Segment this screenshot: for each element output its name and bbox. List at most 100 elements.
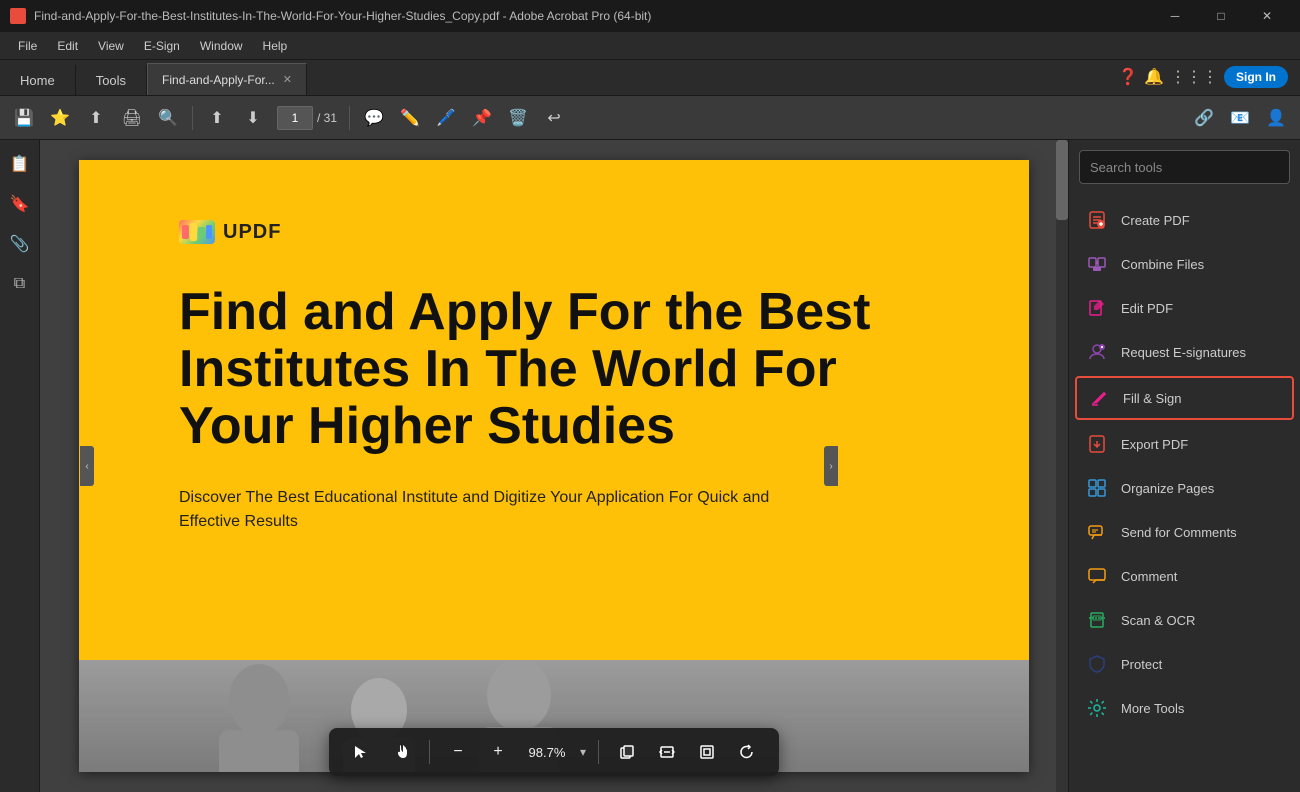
zoom-level-display: 98.7% — [522, 745, 572, 760]
title-text: Find-and-Apply-For-the-Best-Institutes-I… — [34, 9, 1152, 23]
menu-file[interactable]: File — [8, 35, 47, 57]
request-esig-icon — [1085, 340, 1109, 364]
tool-item-fill-sign[interactable]: Fill & Sign — [1075, 376, 1294, 420]
comment-toolbar-button[interactable]: 💬 — [358, 102, 390, 134]
tool-label-more-tools: More Tools — [1121, 701, 1184, 716]
tool-item-create-pdf[interactable]: Create PDF — [1069, 198, 1300, 242]
window-controls: ─ □ ✕ — [1152, 0, 1290, 32]
tool-item-more-tools[interactable]: More Tools — [1069, 686, 1300, 730]
tool-item-export-pdf[interactable]: Export PDF — [1069, 422, 1300, 466]
page-number-input[interactable] — [277, 106, 313, 130]
viewer-scroll[interactable]: UPDF Find and Apply For the Best Institu… — [40, 140, 1068, 792]
close-button[interactable]: ✕ — [1244, 0, 1290, 32]
tool-item-edit-pdf[interactable]: Edit PDF — [1069, 286, 1300, 330]
tool-item-send-comments[interactable]: Send for Comments — [1069, 510, 1300, 554]
delete-button[interactable]: 🗑️ — [502, 102, 534, 134]
next-page-button[interactable]: ⬇ — [237, 102, 269, 134]
tool-label-combine-files: Combine Files — [1121, 257, 1204, 272]
thumbnails-icon[interactable]: 📋 — [4, 148, 36, 180]
tab-file-label: Find-and-Apply-For... — [162, 73, 275, 87]
fit-width-button[interactable] — [651, 736, 683, 768]
tool-item-protect[interactable]: Protect — [1069, 642, 1300, 686]
tab-home[interactable]: Home — [0, 65, 76, 95]
toolbar-right-icons: 🔗 📧 👤 — [1188, 102, 1292, 134]
link-button[interactable]: 🔗 — [1188, 102, 1220, 134]
tool-item-request-esig[interactable]: Request E-signatures — [1069, 330, 1300, 374]
search-tools-box — [1079, 150, 1290, 184]
page-navigation: / 31 — [277, 106, 337, 130]
main-area: 📋 🔖 📎 ⧉ — [0, 140, 1300, 792]
page-total: / 31 — [317, 111, 337, 125]
viewer-area[interactable]: UPDF Find and Apply For the Best Institu… — [40, 140, 1068, 792]
rotate-button[interactable] — [731, 736, 763, 768]
tab-tools[interactable]: Tools — [76, 65, 147, 95]
menu-edit[interactable]: Edit — [47, 35, 88, 57]
menu-view[interactable]: View — [88, 35, 134, 57]
tool-label-export-pdf: Export PDF — [1121, 437, 1188, 452]
minimize-button[interactable]: ─ — [1152, 0, 1198, 32]
copy-pages-button[interactable] — [611, 736, 643, 768]
send-comments-icon — [1085, 520, 1109, 544]
fill-sign-icon — [1087, 386, 1111, 410]
bookmarks-icon[interactable]: 🔖 — [4, 188, 36, 220]
zoom-out-button[interactable]: − — [442, 736, 474, 768]
zoom-in-button[interactable]: + — [482, 736, 514, 768]
tool-label-organize-pages: Organize Pages — [1121, 481, 1214, 496]
edit-pdf-icon — [1085, 296, 1109, 320]
bookmark-button[interactable]: ⭐ — [44, 102, 76, 134]
menu-help[interactable]: Help — [253, 35, 298, 57]
tool-label-comment: Comment — [1121, 569, 1177, 584]
maximize-button[interactable]: □ — [1198, 0, 1244, 32]
scrollbar-thumb[interactable] — [1056, 140, 1068, 220]
pdf-subtitle: Discover The Best Educational Institute … — [179, 486, 779, 534]
upload-button[interactable]: ⬆ — [80, 102, 112, 134]
protect-icon — [1085, 652, 1109, 676]
highlight-button[interactable]: ✏️ — [394, 102, 426, 134]
title-bar: Find-and-Apply-For-the-Best-Institutes-I… — [0, 0, 1300, 32]
layers-icon[interactable]: ⧉ — [4, 268, 36, 300]
tool-label-create-pdf: Create PDF — [1121, 213, 1190, 228]
save-button[interactable]: 💾 — [8, 102, 40, 134]
prev-page-button[interactable]: ⬆ — [201, 102, 233, 134]
comment-icon — [1085, 564, 1109, 588]
send-button[interactable]: 📧 — [1224, 102, 1256, 134]
tab-close-button[interactable]: ✕ — [283, 73, 292, 86]
notifications-icon[interactable]: 🔔 — [1144, 67, 1164, 87]
tools-list: Create PDF Combine Files Edit PDF — [1069, 198, 1300, 730]
user-button[interactable]: 👤 — [1260, 102, 1292, 134]
apps-icon[interactable]: ⋮⋮⋮ — [1170, 67, 1218, 87]
toolbar-separator-2 — [349, 106, 350, 130]
print-button[interactable]: 🖨 — [116, 102, 148, 134]
collapse-right-button[interactable]: › — [824, 446, 838, 486]
draw-button[interactable]: 🖊️ — [430, 102, 462, 134]
sign-in-button[interactable]: Sign In — [1224, 66, 1288, 88]
collapse-left-button[interactable]: ‹ — [80, 446, 94, 486]
updf-logo-icon — [179, 220, 215, 244]
fit-page-button[interactable] — [691, 736, 723, 768]
tool-label-edit-pdf: Edit PDF — [1121, 301, 1173, 316]
markup-button[interactable]: 📌 — [466, 102, 498, 134]
bt-separator-1 — [429, 740, 430, 764]
updf-logo: UPDF — [179, 220, 949, 244]
tool-item-scan-ocr[interactable]: Scan & OCR — [1069, 598, 1300, 642]
tool-item-combine-files[interactable]: Combine Files — [1069, 242, 1300, 286]
undo-button[interactable]: ↩ — [538, 102, 570, 134]
hand-tool-button[interactable] — [385, 736, 417, 768]
scrollbar-track[interactable] — [1056, 140, 1068, 792]
help-icon[interactable]: ❓ — [1118, 67, 1138, 87]
pdf-yellow-section: UPDF Find and Apply For the Best Institu… — [79, 160, 1029, 660]
menu-esign[interactable]: E-Sign — [134, 35, 190, 57]
attachments-icon[interactable]: 📎 — [4, 228, 36, 260]
tool-item-organize-pages[interactable]: Organize Pages — [1069, 466, 1300, 510]
tab-file[interactable]: Find-and-Apply-For... ✕ — [147, 63, 307, 95]
zoom-out-toolbar-button[interactable]: 🔍 — [152, 102, 184, 134]
tool-item-comment[interactable]: Comment — [1069, 554, 1300, 598]
bottom-toolbar: − + 98.7% ▾ — [329, 728, 779, 776]
menu-window[interactable]: Window — [190, 35, 253, 57]
select-tool-button[interactable] — [345, 736, 377, 768]
toolbar-separator-1 — [192, 106, 193, 130]
search-tools-input[interactable] — [1079, 150, 1290, 184]
updf-logo-text: UPDF — [223, 221, 281, 244]
zoom-dropdown-arrow[interactable]: ▾ — [580, 745, 586, 759]
tab-bar: Home Tools Find-and-Apply-For... ✕ ❓ 🔔 ⋮… — [0, 60, 1300, 96]
